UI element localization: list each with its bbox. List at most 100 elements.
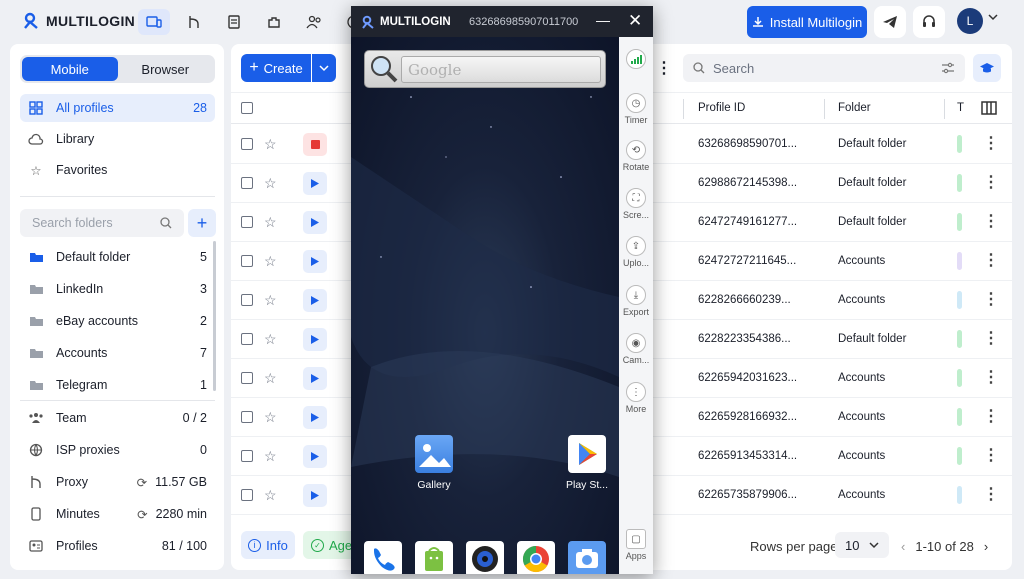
row-menu-icon[interactable]: ⋮	[983, 367, 999, 387]
tag-chip[interactable]	[957, 408, 962, 426]
sidebar-item-all-profiles[interactable]: All profiles 28	[20, 94, 215, 122]
columns-icon[interactable]	[981, 101, 997, 115]
install-multilogin-button[interactable]: Install Multilogin	[747, 6, 867, 38]
camera-app-icon[interactable]	[568, 541, 606, 574]
add-folder-button[interactable]: +	[188, 209, 216, 237]
phone-screen[interactable]: Google Gallery Play St...	[351, 37, 619, 574]
devices-nav-icon[interactable]	[138, 9, 170, 35]
support-button[interactable]	[913, 6, 945, 38]
row-menu-icon[interactable]: ⋮	[983, 133, 999, 153]
filter-icon[interactable]	[941, 62, 955, 74]
favorite-star-icon[interactable]: ☆	[264, 331, 277, 348]
tag-chip[interactable]	[957, 447, 962, 465]
tab-mobile[interactable]: Mobile	[22, 57, 118, 81]
folders-scrollbar[interactable]	[213, 241, 216, 391]
favorite-star-icon[interactable]: ☆	[264, 370, 277, 387]
row-menu-icon[interactable]: ⋮	[983, 406, 999, 426]
folder-item[interactable]: LinkedIn 3	[20, 275, 215, 303]
search-folders-input[interactable]: Search folders	[20, 209, 184, 237]
row-menu-icon[interactable]: ⋮	[983, 211, 999, 231]
minimize-icon[interactable]: —	[596, 12, 610, 28]
folder-item[interactable]: Telegram 1	[20, 371, 215, 399]
stat-profiles[interactable]: Profiles 81 / 100	[20, 532, 215, 560]
tag-chip[interactable]	[957, 330, 962, 348]
select-all-checkbox[interactable]	[241, 102, 253, 114]
favorite-star-icon[interactable]: ☆	[264, 214, 277, 231]
prev-page-icon[interactable]: ‹	[901, 539, 905, 554]
row-checkbox[interactable]	[241, 372, 253, 384]
camera-button[interactable]: ◉ Cam...	[619, 333, 653, 365]
export-button[interactable]: ⤓ Export	[619, 285, 653, 317]
start-button[interactable]	[303, 367, 327, 390]
row-checkbox[interactable]	[241, 411, 253, 423]
sidebar-item-favorites[interactable]: ☆ Favorites	[20, 156, 215, 184]
start-button[interactable]	[303, 406, 327, 429]
stat-isp-proxies[interactable]: ISP proxies 0	[20, 436, 215, 464]
row-menu-icon[interactable]: ⋮	[983, 172, 999, 192]
automation-nav-icon[interactable]	[178, 9, 210, 35]
row-checkbox[interactable]	[241, 294, 253, 306]
column-tags[interactable]: T	[957, 102, 964, 114]
extensions-nav-icon[interactable]	[258, 9, 290, 35]
start-button[interactable]	[303, 289, 327, 312]
stat-minutes[interactable]: Minutes ⟳ 2280 min	[20, 500, 215, 528]
refresh-icon[interactable]: ⟳	[137, 475, 147, 490]
start-button[interactable]	[303, 328, 327, 351]
row-checkbox[interactable]	[241, 177, 253, 189]
rows-per-page-select[interactable]: 10	[835, 532, 889, 558]
column-profile-id[interactable]: Profile ID	[698, 102, 745, 114]
tag-chip[interactable]	[957, 213, 962, 231]
stat-team[interactable]: Team 0 / 2	[20, 404, 215, 432]
row-menu-icon[interactable]: ⋮	[983, 250, 999, 270]
tab-browser[interactable]: Browser	[118, 57, 214, 81]
start-button[interactable]	[303, 211, 327, 234]
tag-chip[interactable]	[957, 252, 962, 270]
row-checkbox[interactable]	[241, 255, 253, 267]
music-app-icon[interactable]	[466, 541, 504, 574]
row-menu-icon[interactable]: ⋮	[983, 445, 999, 465]
create-button[interactable]: + Create	[241, 54, 311, 82]
favorite-star-icon[interactable]: ☆	[264, 136, 277, 153]
team-nav-icon[interactable]	[298, 9, 330, 35]
market-app-icon[interactable]	[415, 541, 453, 574]
next-page-icon[interactable]: ›	[984, 539, 988, 554]
emulator-titlebar[interactable]: MULTILOGIN 632686985907011700 — ✕	[351, 6, 653, 37]
phone-app-icon[interactable]	[364, 541, 402, 574]
favorite-star-icon[interactable]: ☆	[264, 409, 277, 426]
more-actions-button[interactable]: ⋮	[651, 54, 677, 82]
row-menu-icon[interactable]: ⋮	[983, 289, 999, 309]
create-dropdown-button[interactable]	[312, 54, 336, 82]
tag-chip[interactable]	[957, 291, 962, 309]
tag-chip[interactable]	[957, 135, 962, 153]
tag-chip[interactable]	[957, 369, 962, 387]
favorite-star-icon[interactable]: ☆	[264, 253, 277, 270]
sidebar-item-library[interactable]: Library	[20, 125, 215, 153]
row-checkbox[interactable]	[241, 450, 253, 462]
chevron-down-icon[interactable]	[988, 12, 998, 22]
tag-chip[interactable]	[957, 174, 962, 192]
upload-button[interactable]: ⇪ Uplo...	[619, 236, 653, 268]
apps-button[interactable]: ▢ Apps	[619, 529, 653, 561]
row-menu-icon[interactable]: ⋮	[983, 484, 999, 504]
row-menu-icon[interactable]: ⋮	[983, 328, 999, 348]
tag-chip[interactable]	[957, 486, 962, 504]
timer-button[interactable]: ◷ Timer	[619, 93, 653, 125]
gallery-app[interactable]: Gallery	[404, 435, 464, 491]
user-avatar[interactable]: L	[957, 8, 983, 34]
row-checkbox[interactable]	[241, 333, 253, 345]
learn-button[interactable]	[973, 54, 1001, 82]
folder-item[interactable]: Default folder 5	[20, 243, 215, 271]
billing-nav-icon[interactable]	[218, 9, 250, 35]
telegram-button[interactable]	[874, 6, 906, 38]
refresh-icon[interactable]: ⟳	[137, 507, 147, 522]
close-icon[interactable]: ✕	[628, 11, 642, 31]
more-button[interactable]: ⋮ More	[619, 382, 653, 414]
folder-item[interactable]: Accounts 7	[20, 339, 215, 367]
row-checkbox[interactable]	[241, 216, 253, 228]
row-checkbox[interactable]	[241, 489, 253, 501]
signal-button[interactable]	[619, 49, 653, 71]
start-button[interactable]	[303, 445, 327, 468]
screenshot-button[interactable]: ⛶ Scre...	[619, 188, 653, 220]
favorite-star-icon[interactable]: ☆	[264, 292, 277, 309]
start-button[interactable]	[303, 484, 327, 507]
